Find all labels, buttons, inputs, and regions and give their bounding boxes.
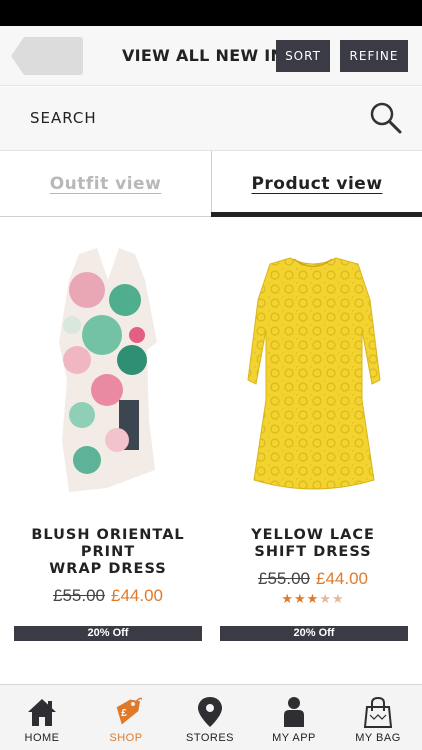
tab-shop[interactable]: £ SHOP (84, 685, 168, 750)
search-label: SEARCH (30, 109, 97, 127)
sale-price: £44.00 (316, 569, 368, 588)
tab-my-app[interactable]: MY APP (252, 685, 336, 750)
tab-my-bag[interactable]: MY BAG (336, 685, 420, 750)
home-icon (28, 699, 56, 726)
tab-product-view[interactable]: Product view (211, 151, 422, 217)
back-arrow-icon[interactable] (10, 36, 84, 76)
active-tab-indicator (211, 212, 422, 217)
sort-button[interactable]: SORT (276, 40, 330, 72)
product-name-line2: SHIFT DRESS (254, 544, 372, 560)
bottom-tab-bar: HOME £ SHOP STORES MY APP MY BAG (0, 684, 422, 750)
map-pin-icon (198, 697, 222, 727)
view-tabs: Outfit view Product view (0, 151, 422, 217)
page-title: VIEW ALL NEW IN (122, 46, 285, 65)
status-bar (0, 0, 422, 26)
tab-label: HOME (24, 732, 60, 744)
price-tag-icon: £ (116, 697, 142, 725)
tab-label: MY BAG (355, 732, 401, 744)
shopping-bag-icon (363, 696, 393, 728)
original-price: £55.00 (53, 586, 105, 605)
tab-label: STORES (185, 732, 235, 744)
original-price: £55.00 (258, 569, 310, 588)
product-image[interactable] (212, 240, 414, 502)
product-image[interactable] (7, 240, 209, 502)
product-name-line1: YELLOW LACE (251, 527, 375, 543)
price-row: £55.00 £44.00 (7, 586, 209, 606)
product-card[interactable]: YELLOW LACE SHIFT DRESS £55.00 £44.00 ★★★… (212, 240, 414, 607)
header: VIEW ALL NEW IN SORT REFINE (0, 26, 422, 86)
product-name-line2: WRAP DRESS (49, 561, 167, 577)
price-row: £55.00 £44.00 (212, 569, 414, 589)
product-name-line1: BLUSH ORIENTAL PRINT (31, 527, 185, 560)
tab-outfit-view[interactable]: Outfit view (0, 151, 211, 217)
star-rating: ★★★★★ (212, 591, 414, 607)
product-name[interactable]: YELLOW LACE SHIFT DRESS (212, 527, 414, 561)
tab-label: MY APP (272, 732, 316, 744)
tab-stores[interactable]: STORES (168, 685, 252, 750)
tab-label: SHOP (109, 732, 143, 744)
svg-text:£: £ (121, 708, 127, 719)
product-name[interactable]: BLUSH ORIENTAL PRINT WRAP DRESS (7, 527, 209, 578)
search-icon[interactable] (368, 100, 404, 136)
refine-button[interactable]: REFINE (340, 40, 408, 72)
product-card[interactable]: BLUSH ORIENTAL PRINT WRAP DRESS £55.00 £4… (7, 240, 209, 606)
star-filled-icon: ★ (306, 591, 320, 606)
search-bar[interactable]: SEARCH (0, 87, 422, 151)
star-empty-icon: ★ (331, 591, 345, 606)
sale-price: £44.00 (111, 586, 163, 605)
tab-home[interactable]: HOME (0, 685, 84, 750)
star-empty-icon: ★ (319, 591, 332, 606)
person-icon (284, 697, 304, 727)
discount-badge: 20% Off (220, 626, 408, 641)
discount-badge: 20% Off (14, 626, 202, 641)
star-filled-icon: ★ (294, 591, 307, 606)
star-filled-icon: ★ (281, 591, 295, 606)
